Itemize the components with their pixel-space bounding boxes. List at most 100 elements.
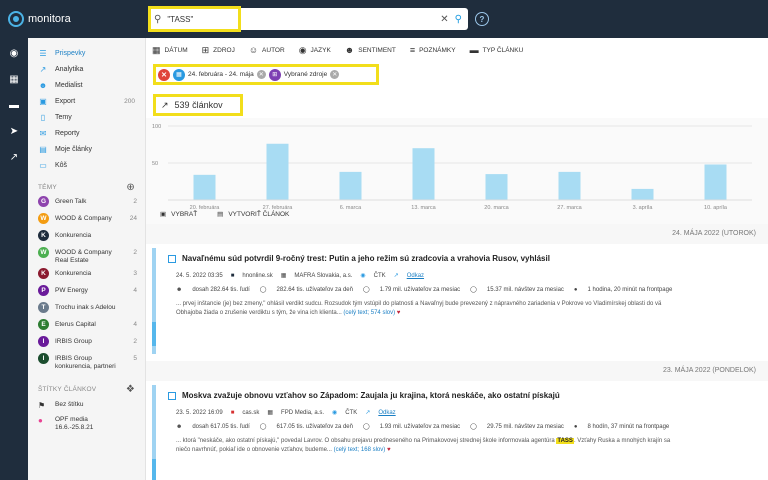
chart-bar[interactable] — [193, 174, 216, 200]
tag-item-bez-stitku[interactable]: ⚑ Bez štítku — [28, 401, 145, 410]
topic-name: IRBIS Group — [55, 338, 92, 345]
date-range-chip[interactable]: 24. februára - 24. mája — [188, 71, 254, 78]
article-stats: ☻ dosah 282.64 tis. ľudí ◯ 282.64 tis. u… — [176, 286, 673, 294]
search-input[interactable]: "TASS" — [167, 15, 440, 24]
chart-bar[interactable] — [631, 188, 654, 200]
topic-item[interactable]: K Konkurencia 3 — [28, 268, 145, 282]
topic-item[interactable]: P PW Energy 4 — [28, 285, 145, 299]
megaphone-icon[interactable]: ➤ — [0, 120, 28, 142]
search-submit-icon[interactable]: ⚲ — [455, 14, 462, 25]
publisher-icon: ▦ — [267, 410, 274, 416]
article-card[interactable]: Navaľnému súd potvrdil 9-ročný trest: Pu… — [152, 248, 768, 354]
heart-icon[interactable]: ♥ — [387, 447, 391, 453]
sidebar-item-label: Moje články — [55, 146, 92, 153]
chart-bar[interactable] — [339, 171, 362, 200]
tags-settings-icon[interactable]: ❖ — [126, 384, 135, 395]
sidebar-item-reporty[interactable]: ✉ Reporty — [28, 127, 145, 140]
heart-icon[interactable]: ♥ — [397, 310, 401, 316]
article-checkbox[interactable] — [168, 391, 176, 400]
close-icon[interactable]: ✕ — [440, 14, 448, 25]
icon-rail: ◉ ▦ ▬ ➤ ↗ — [0, 38, 28, 480]
topic-count: 4 — [133, 287, 137, 294]
monthly-icon: ◯ — [362, 287, 370, 293]
topic-item[interactable]: T Trochu inak s Adelou — [28, 302, 145, 316]
search-bar[interactable]: ⚲ "TASS" ✕ ⚲ — [148, 8, 468, 30]
article-link[interactable]: Odkaz — [378, 410, 395, 416]
filter-date[interactable]: ▦ DÁTUM — [152, 45, 188, 56]
sidebar-item-label: Prispevky — [55, 50, 86, 57]
daily-icon: ◯ — [259, 287, 267, 293]
article-type-tag — [152, 459, 156, 480]
sidebar-item-export[interactable]: ▣ Export 200 — [28, 95, 145, 108]
article-title[interactable]: Moskva zvažuje obnovu vzťahov so Západom… — [182, 391, 560, 400]
x-tick-label: 27. marca — [557, 205, 582, 211]
topic-item[interactable]: I IRBIS Group 2 — [28, 336, 145, 350]
chart-bar[interactable] — [704, 164, 727, 200]
topic-item[interactable]: W WOOD & Company Real Estate 2 — [28, 247, 145, 265]
remove-date-chip-icon[interactable]: ✕ — [256, 70, 266, 79]
article-meta: 23. 5. 2022 16:09 ■ cas.sk ▦ FPD Media, … — [176, 409, 396, 417]
frontpage-icon: ● — [573, 423, 578, 430]
article-checkbox[interactable] — [168, 254, 176, 263]
source-logo-icon: ■ — [230, 272, 235, 279]
sidebar-item-medialist[interactable]: ☻ Medialist — [28, 79, 145, 92]
filter-toolbar: ▦ DÁTUM ⊞ ZDROJ ☺ AUTOR ◉ JAZYK ☻ SENTIMENT ≡… — [146, 38, 768, 62]
topic-item[interactable]: W WOOD & Company 24 — [28, 213, 145, 227]
chart-bar[interactable] — [412, 148, 435, 200]
topic-name: Green Talk — [55, 198, 87, 205]
topic-avatar-icon: I — [38, 353, 49, 364]
filter-language[interactable]: ◉ JAZYK — [299, 45, 331, 56]
date-separator: 24. MÁJA 2022 (UTOROK) — [146, 224, 768, 244]
visits-icon: ◯ — [470, 287, 477, 293]
sidebar-item-label: Analytika — [55, 66, 84, 73]
full-text-link[interactable]: (celý text; 168 slov) — [334, 447, 386, 453]
monitor-icon[interactable]: ▬ — [0, 94, 28, 116]
chart-bar[interactable] — [558, 171, 581, 200]
filter-sentiment[interactable]: ☻ SENTIMENT — [345, 45, 396, 55]
mail-icon: ✉ — [39, 129, 47, 138]
topic-item[interactable]: E Eterus Capital 4 — [28, 319, 145, 333]
globe-icon[interactable]: ◉ — [0, 42, 28, 64]
create-article-button[interactable]: ▤ VYTVORIŤ ČLÁNOK — [217, 210, 289, 219]
add-topic-icon[interactable]: ⊕ — [126, 182, 135, 193]
filter-notes[interactable]: ≡ POZNÁMKY — [410, 45, 456, 55]
trend-icon[interactable]: ↗ — [0, 146, 28, 168]
sidebar-item-label: Kôš — [55, 162, 68, 169]
article-snippet: ... prvej inštancie (je) bez zmeny," ohl… — [176, 301, 662, 316]
tag-item-opf-media[interactable]: ● OPF media 16.6.-25.8.21 — [28, 416, 145, 432]
calendar-icon: ▦ — [173, 68, 185, 81]
list-icon: ☰ — [39, 49, 47, 58]
article-snippet: ... ktorá "neskáče, ako ostatní pískajú,… — [176, 438, 671, 453]
reach-icon: ☻ — [176, 286, 183, 293]
topic-item[interactable]: K Konkurencia — [28, 230, 145, 244]
sidebar-item-analytika[interactable]: ↗ Analytika — [28, 63, 145, 76]
agency-icon: ◉ — [332, 410, 338, 416]
x-tick-label: 6. marca — [340, 205, 362, 211]
create-article-icon: ▤ — [217, 211, 224, 218]
dashboard-icon[interactable]: ▦ — [0, 68, 28, 90]
chart-bar[interactable] — [266, 143, 289, 200]
article-title[interactable]: Navaľnému súd potvrdil 9-ročný trest: Pu… — [182, 254, 550, 263]
sources-chip[interactable]: Vybrané zdroje — [284, 71, 327, 78]
chart-bar[interactable] — [485, 174, 508, 200]
filter-author[interactable]: ☺ AUTOR — [249, 45, 285, 55]
sidebar-item-prispevky[interactable]: ☰ Prispevky — [28, 47, 145, 60]
sidebar-item-kos[interactable]: ▭ Kôš — [28, 159, 145, 172]
topic-item[interactable]: I IRBIS Group konkurencia, partneri 5 — [28, 353, 145, 371]
help-icon[interactable]: ? — [475, 12, 489, 26]
remove-sources-chip-icon[interactable]: ✕ — [330, 70, 340, 79]
select-button[interactable]: ▣ VYBRAŤ — [160, 210, 197, 219]
logo[interactable]: monitora — [8, 11, 71, 27]
sidebar-item-temy[interactable]: ▯ Temy — [28, 111, 145, 124]
article-card[interactable]: Moskva zvažuje obnovu vzťahov so Západom… — [152, 385, 768, 480]
filter-article-type[interactable]: ▬ TYP ČLÁNKU — [470, 45, 524, 55]
article-link[interactable]: Odkaz — [407, 273, 424, 279]
top-bar: monitora ⚲ "TASS" ✕ ⚲ ? — [0, 0, 768, 38]
filter-source[interactable]: ⊞ ZDROJ — [202, 45, 235, 56]
clear-filters-icon[interactable]: ✕ — [158, 68, 170, 81]
topic-item[interactable]: G Green Talk 2 — [28, 196, 145, 210]
full-text-link[interactable]: (celý text; 574 slov) — [343, 310, 395, 316]
topic-name: Konkurencia — [55, 232, 92, 239]
search-icon: ⚲ — [154, 13, 162, 25]
sidebar-item-moje-clanky[interactable]: ▤ Moje články — [28, 143, 145, 156]
